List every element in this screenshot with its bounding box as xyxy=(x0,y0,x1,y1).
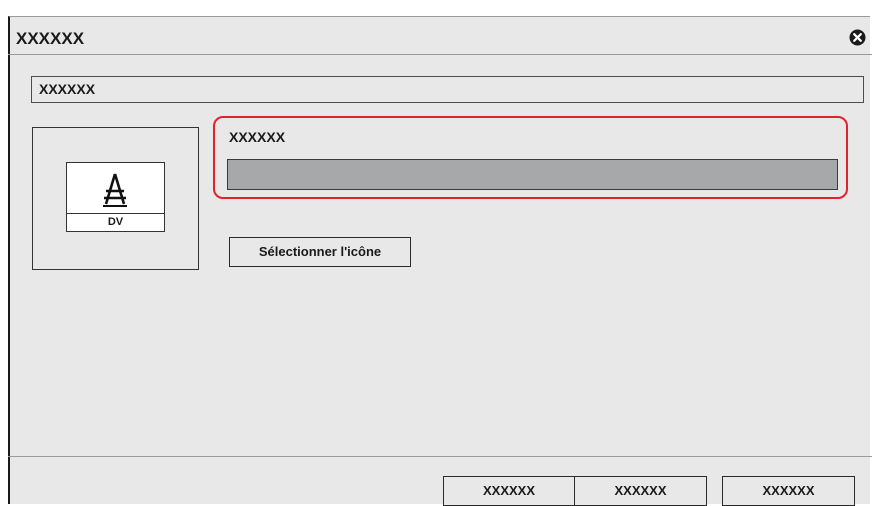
name-input[interactable]: XXXXXX xyxy=(31,76,864,103)
footer-button-2[interactable]: XXXXXX xyxy=(574,476,707,506)
icon-preview-label: DV xyxy=(66,213,165,232)
footer-button-3[interactable]: XXXXXX xyxy=(722,476,855,506)
footer-divider xyxy=(8,456,872,457)
icon-preview-tile: DV xyxy=(66,162,165,232)
value-input[interactable] xyxy=(227,159,838,190)
field-label: XXXXXX xyxy=(229,129,286,145)
select-icon-button[interactable]: Sélectionner l'icône xyxy=(229,237,411,267)
title-divider xyxy=(8,54,872,55)
footer-button-1[interactable]: XXXXXX xyxy=(443,476,575,506)
close-icon[interactable] xyxy=(849,29,866,46)
dialog-title: XXXXXX xyxy=(16,29,85,48)
